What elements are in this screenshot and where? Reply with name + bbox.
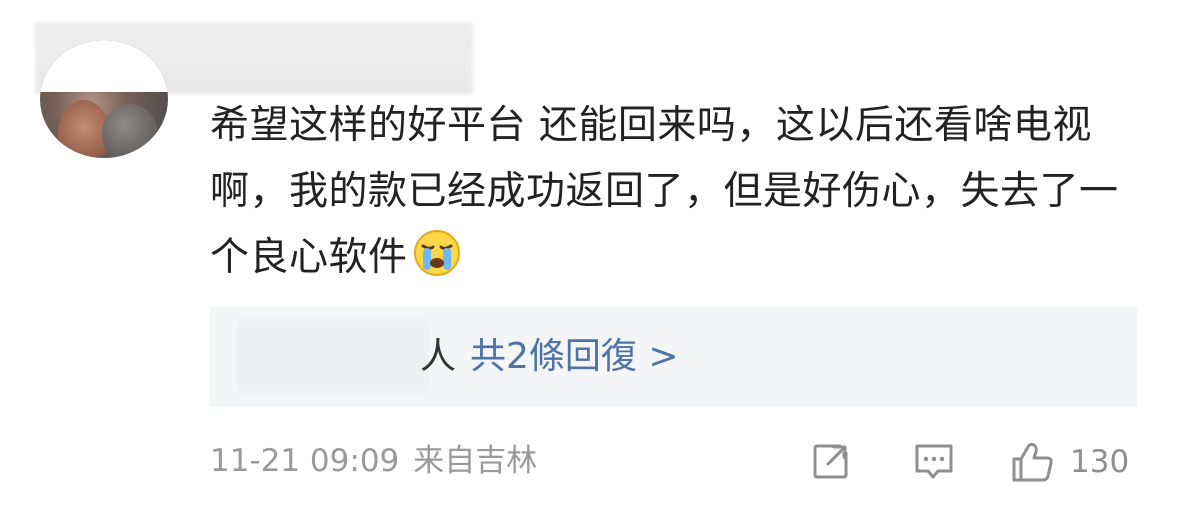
share-button[interactable] <box>810 437 854 487</box>
reply-button[interactable] <box>912 437 956 487</box>
avatar[interactable] <box>40 40 168 158</box>
comment-body: 希望这样的好平台 还能回来吗，这以后还看啥电视啊，我的款已经成功返回了，但是好伤… <box>210 103 1119 280</box>
thumbs-up-icon <box>1010 439 1056 485</box>
view-replies-link[interactable]: 共2條回復 > <box>470 336 679 377</box>
replies-preview[interactable]: 人共2條回復 > <box>210 307 1137 407</box>
comment-location: 来自吉林 <box>413 443 538 479</box>
avatar-face-shape <box>102 104 158 158</box>
replies-person-label: 人 <box>420 336 457 377</box>
like-button[interactable]: 130 <box>1010 437 1129 487</box>
blurred-replier-names <box>238 319 428 393</box>
share-icon <box>810 440 854 484</box>
comment-icon <box>912 440 956 484</box>
like-count: 130 <box>1070 444 1130 480</box>
comment-card: 希望这样的好平台 还能回来吗，这以后还看啥电视啊，我的款已经成功返回了，但是好伤… <box>0 0 1179 511</box>
comment-text: 希望这样的好平台 还能回来吗，这以后还看啥电视啊，我的款已经成功返回了，但是好伤… <box>210 93 1145 291</box>
crying-emoji-icon <box>412 228 462 278</box>
comment-meta: 11-21 09:09 来自吉林 <box>210 441 537 481</box>
comment-time: 11-21 09:09 <box>210 443 400 479</box>
avatar-top-mask <box>40 40 168 92</box>
comment-footer: 11-21 09:09 来自吉林 130 <box>210 437 1140 487</box>
replies-row: 人共2條回復 > <box>420 333 679 381</box>
